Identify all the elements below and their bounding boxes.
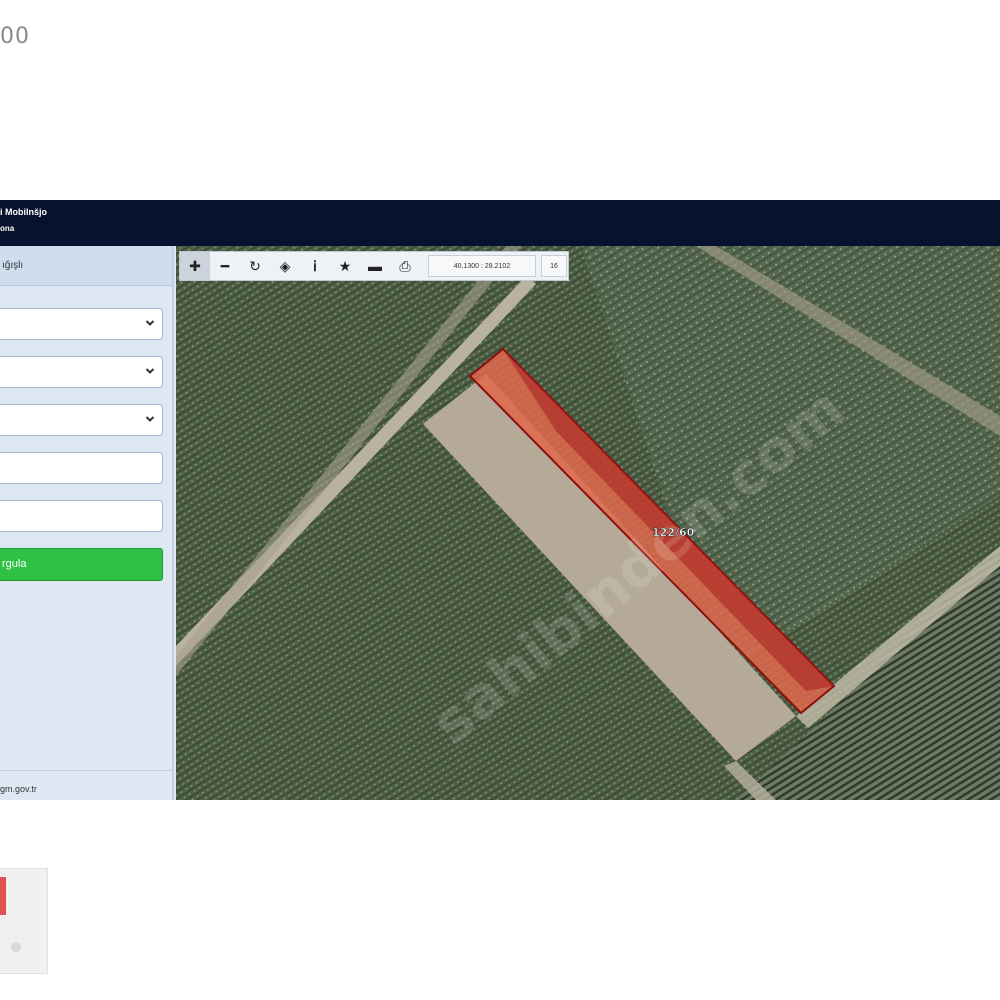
zoom-level-readout: 16 [541, 255, 567, 277]
refresh-button[interactable]: ↻ [240, 252, 270, 280]
satellite-imagery: 122/60 sahibinden.com [176, 246, 1000, 800]
thumbnail-graphic [0, 877, 21, 952]
parcel-number-input[interactable] [0, 500, 163, 532]
chevron-down-icon [145, 320, 155, 326]
locate-icon: ◈ [279, 257, 291, 274]
header-subtitle: ona [0, 224, 15, 233]
footer-link[interactable]: gm.gov.tr [0, 784, 37, 794]
refresh-icon: ↻ [249, 257, 261, 274]
print-icon: ⎙ [399, 257, 411, 274]
map-view[interactable]: 122/60 sahibinden.com ✚ ━ ↻ ◈ ⅰ ★ ▬ ⎙ 40… [176, 246, 1000, 800]
minus-icon: ━ [220, 257, 230, 274]
info-icon: ⅰ [313, 257, 317, 274]
parcel-query-app: i Mobilnšjo ona ığışlı rgula gm.gov.tr 1… [0, 200, 1000, 800]
query-sidebar: ığışlı rgula gm.gov.tr [0, 246, 174, 800]
zoom-in-button[interactable]: ✚ [180, 252, 210, 280]
chevron-down-icon [145, 416, 155, 422]
star-icon: ★ [338, 257, 352, 274]
chevron-down-icon [145, 368, 155, 374]
favorite-button[interactable]: ★ [330, 252, 360, 280]
print-button[interactable]: ⎙ [390, 252, 420, 280]
block-number-input[interactable] [0, 452, 163, 484]
zoom-out-button[interactable]: ━ [210, 252, 240, 280]
province-select[interactable] [0, 308, 163, 340]
header-title: i Mobilnšjo [0, 207, 47, 217]
thumbnail-image[interactable] [0, 868, 48, 974]
query-button[interactable]: rgula [0, 548, 163, 581]
info-button[interactable]: ⅰ [300, 252, 330, 280]
plus-icon: ✚ [189, 257, 201, 274]
map-toolbar: ✚ ━ ↻ ◈ ⅰ ★ ▬ ⎙ 40.1300 : 28.2102 16 [179, 251, 569, 281]
measure-button[interactable]: ▬ [360, 252, 390, 280]
measure-icon: ▬ [368, 258, 382, 274]
coordinates-readout: 40.1300 : 28.2102 [428, 255, 536, 277]
panel-title: ığışlı [0, 246, 172, 286]
page-top-number: 00 [0, 24, 30, 49]
neighborhood-select[interactable] [0, 404, 163, 436]
district-select[interactable] [0, 356, 163, 388]
app-header: i Mobilnšjo ona [0, 200, 1000, 246]
footer-divider [0, 770, 172, 771]
locate-button[interactable]: ◈ [270, 252, 300, 280]
